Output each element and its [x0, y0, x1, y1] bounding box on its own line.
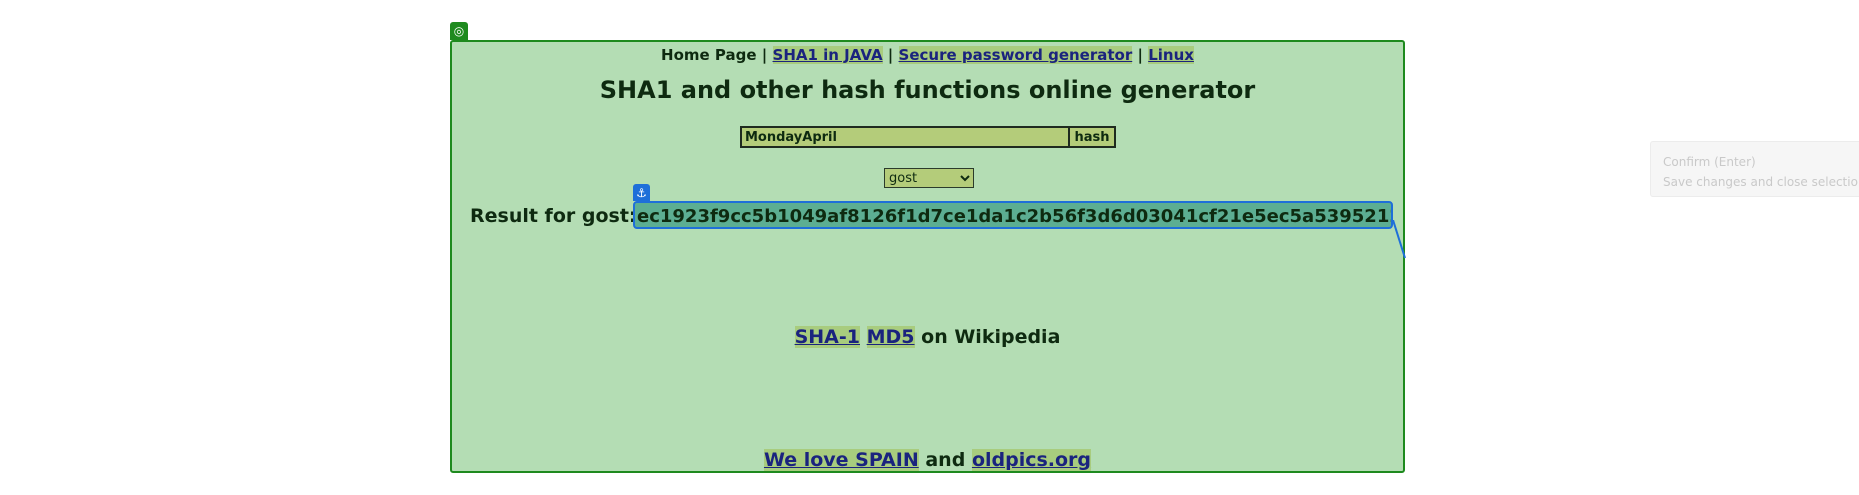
page-frame: Home Page | SHA1 in JAVA | Secure passwo… [450, 40, 1406, 473]
hash-form: hash [740, 126, 1116, 148]
anchor-icon[interactable]: ⚓ [633, 184, 650, 201]
wikipedia-links: SHA-1 MD5 on Wikipedia [794, 326, 1061, 348]
nav-link-password-generator[interactable]: Secure password generator [898, 46, 1133, 64]
result-value[interactable]: ec1923f9cc5b1049af8126f1d7ce1da1c2b56f3d… [633, 201, 1393, 229]
confirm-tooltip: Confirm (Enter) Save changes and close s… [1650, 141, 1859, 197]
target-icon[interactable]: ◎ [450, 22, 468, 40]
wiki-link-sha1[interactable]: SHA-1 [794, 326, 860, 348]
tooltip-subtitle: Save changes and close selection wiz [1663, 175, 1859, 189]
page-title: SHA1 and other hash functions online gen… [599, 76, 1256, 104]
hash-button[interactable]: hash [1070, 126, 1116, 148]
selection-connector [1393, 220, 1406, 259]
top-nav: Home Page | SHA1 in JAVA | Secure passwo… [661, 46, 1194, 64]
wiki-link-md5[interactable]: MD5 [866, 326, 915, 348]
nav-link-sha1-java[interactable]: SHA1 in JAVA [772, 46, 883, 64]
tooltip-title: Confirm (Enter) [1663, 155, 1756, 169]
nav-home: Home Page [661, 46, 757, 64]
footer-link-oldpics[interactable]: oldpics.org [971, 449, 1092, 471]
footer: We love SPAIN and oldpics.org [763, 449, 1092, 471]
footer-link-spain[interactable]: We love SPAIN [763, 449, 919, 471]
nav-link-linux[interactable]: Linux [1148, 46, 1194, 64]
hash-input[interactable] [740, 126, 1070, 148]
algorithm-select[interactable]: gost [884, 168, 974, 188]
result-label: Result for gost: [470, 205, 637, 227]
